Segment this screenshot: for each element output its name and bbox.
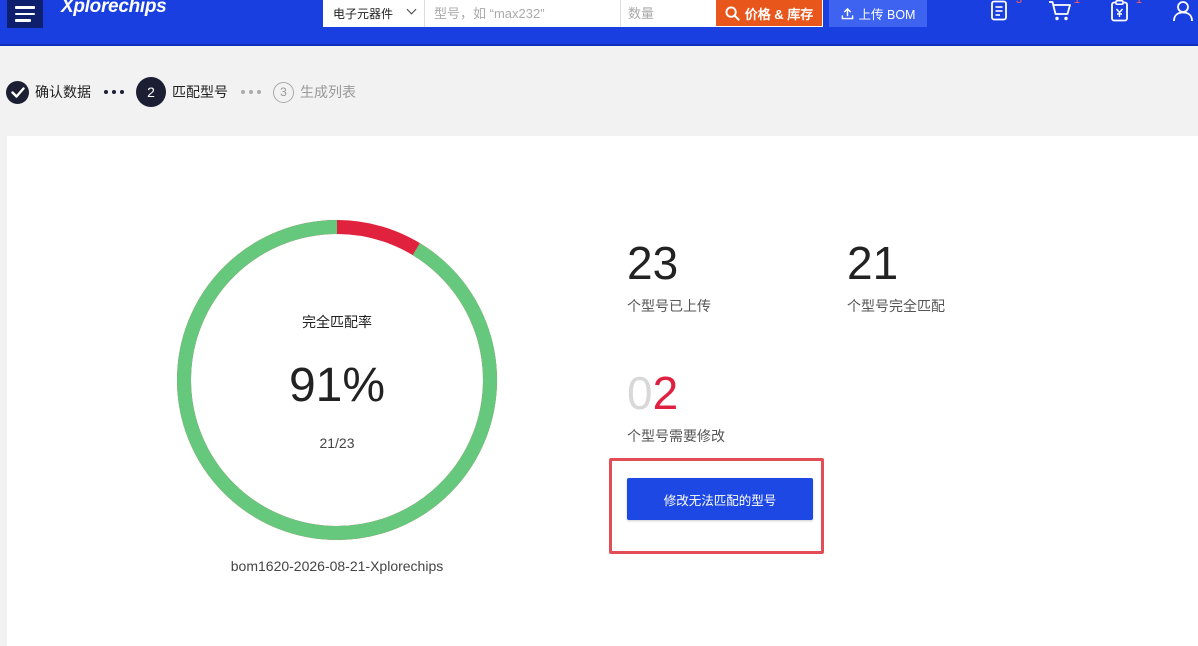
need-fix-stat: 02 个型号需要修改 xyxy=(627,370,725,446)
uploaded-label: 个型号已上传 xyxy=(627,298,711,314)
user-icon[interactable] xyxy=(1172,0,1196,24)
step-number: 3 xyxy=(273,81,294,103)
step-generate-list: 3 生成列表 xyxy=(273,81,356,103)
donut-title: 完全匹配率 xyxy=(302,314,372,330)
match-rate-value: 91% xyxy=(288,359,386,412)
step-separator xyxy=(104,90,124,94)
need-fix-label: 个型号需要修改 xyxy=(627,428,725,444)
orders-badge: 1 xyxy=(1135,0,1142,6)
price-stock-label: 价格 & 库存 xyxy=(744,6,814,22)
need-fix-count: 02 xyxy=(627,367,679,419)
upload-bom-button[interactable]: 上传 BOM xyxy=(829,0,927,27)
step-match-models: 2 匹配型号 xyxy=(136,77,228,107)
cart-badge: 1 xyxy=(1073,0,1080,6)
matched-count: 21 xyxy=(847,237,899,289)
search-bar: 电子元器件 xyxy=(323,0,715,27)
step-confirm-data: 确认数据 xyxy=(6,80,91,104)
uploaded-count: 23 xyxy=(627,237,679,289)
documents-icon[interactable]: 3 xyxy=(990,0,1022,24)
quantity-input[interactable] xyxy=(621,0,715,27)
part-number-input[interactable] xyxy=(425,0,621,27)
step-label: 匹配型号 xyxy=(172,84,228,100)
category-select-value: 电子元器件 xyxy=(333,7,394,21)
menu-icon[interactable] xyxy=(7,0,43,28)
fix-unmatched-button[interactable]: 修改无法匹配的型号 xyxy=(627,478,813,520)
orders-icon[interactable]: 1 xyxy=(1110,0,1142,24)
step-label: 确认数据 xyxy=(35,84,91,100)
search-icon xyxy=(725,5,740,21)
check-icon xyxy=(6,80,29,104)
bom-file-name: bom1620-2026-08-21-Xplorechips xyxy=(230,558,444,574)
matched-stat: 21 个型号完全匹配 xyxy=(847,240,945,316)
cart-icon[interactable]: 1 xyxy=(1048,0,1080,24)
match-fraction: 21/23 xyxy=(319,435,355,451)
step-separator xyxy=(241,90,261,94)
progress-steps: 确认数据 2 匹配型号 3 生成列表 xyxy=(6,77,356,107)
chevron-down-icon xyxy=(406,4,417,15)
uploaded-stat: 23 个型号已上传 xyxy=(627,240,711,316)
price-stock-button[interactable]: 价格 & 库存 xyxy=(715,0,823,27)
match-summary-panel: 完全匹配率 91% 21/23 bom1620-2026-08-21-Xplor… xyxy=(7,136,1198,646)
category-select[interactable]: 电子元器件 xyxy=(323,0,425,27)
step-number: 2 xyxy=(136,77,166,107)
matched-label: 个型号完全匹配 xyxy=(847,298,945,314)
upload-bom-label: 上传 BOM xyxy=(858,8,916,22)
documents-badge: 3 xyxy=(1015,0,1022,6)
step-label: 生成列表 xyxy=(300,84,356,100)
logo[interactable]: Xplorechips xyxy=(61,0,167,18)
upload-icon xyxy=(841,7,853,20)
top-header: Xplorechips 电子元器件 价格 & 库存 上传 BOM 3 1 1 xyxy=(0,0,1198,46)
match-rate-donut: 完全匹配率 91% 21/23 xyxy=(177,220,497,540)
